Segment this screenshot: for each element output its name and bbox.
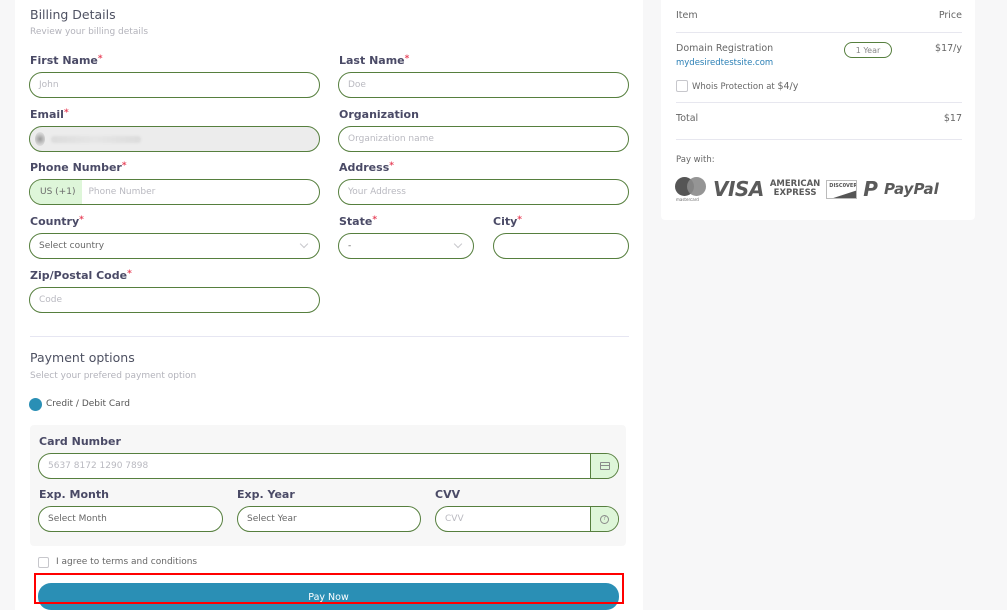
phone-field: US (+1) Phone Number (29, 179, 320, 205)
state-selected-value: - (348, 241, 352, 251)
exp-year-value: Select Year (247, 514, 297, 524)
first-name-label: First Name* (30, 54, 103, 67)
organization-input[interactable]: Organization name (338, 126, 629, 152)
help-icon: ? (600, 514, 609, 524)
discover-icon: DISC0VER (826, 179, 858, 199)
credit-card-radio-label[interactable]: Credit / Debit Card (46, 399, 130, 409)
whois-checkbox[interactable] (676, 80, 688, 92)
card-addon (590, 454, 618, 478)
phone-number-input[interactable]: Phone Number (82, 187, 155, 197)
blurred-avatar (35, 132, 45, 146)
city-label: City* (493, 215, 522, 228)
country-select[interactable]: Select country (29, 233, 320, 259)
payment-subtitle: Select your prefered payment option (30, 371, 197, 381)
address-placeholder: Your Address (348, 187, 406, 197)
address-input[interactable]: Your Address (338, 179, 629, 205)
paypal-mark-icon: P (863, 177, 878, 201)
required-marker: * (517, 215, 522, 225)
mastercard-icon: mastercard (675, 175, 707, 203)
last-name-input[interactable]: Doe (338, 72, 629, 98)
card-details-panel: Card Number 5637 8172 1290 7898 Exp. Mon… (30, 425, 626, 546)
city-input[interactable] (493, 233, 629, 259)
paypal-icon: PayPal (883, 180, 939, 198)
total-value: $17 (943, 113, 962, 124)
amex-icon: AMERICAN EXPRESS (769, 179, 821, 198)
required-marker: * (389, 161, 394, 171)
required-marker: * (372, 215, 378, 225)
required-marker: * (63, 108, 69, 118)
item-column-header: Item (676, 10, 698, 21)
card-number-label: Card Number (39, 435, 121, 448)
exp-month-value: Select Month (48, 514, 107, 524)
terms-checkbox[interactable] (38, 557, 49, 568)
whois-label[interactable]: Whois Protection at $4/y (692, 81, 798, 92)
pay-now-button[interactable]: Pay Now (38, 583, 619, 610)
summary-divider (676, 139, 962, 140)
first-name-input[interactable]: John (29, 72, 320, 98)
phone-country-code-select[interactable]: US (+1) (30, 180, 83, 204)
blurred-email-value (51, 135, 141, 143)
zip-placeholder: Code (39, 295, 63, 305)
exp-month-select[interactable]: Select Month (38, 506, 223, 532)
pay-with-label: Pay with: (676, 155, 715, 165)
required-marker: * (97, 54, 103, 64)
first-name-placeholder: John (39, 80, 59, 90)
summary-divider (676, 102, 962, 103)
last-name-placeholder: Doe (348, 80, 366, 90)
state-label: State* (339, 215, 378, 228)
required-marker: * (127, 269, 132, 279)
billing-form-card: Billing Details Review your billing deta… (15, 0, 643, 610)
card-number-input[interactable]: 5637 8172 1290 7898 (38, 453, 619, 479)
email-input[interactable] (29, 126, 320, 152)
credit-card-radio[interactable] (29, 398, 42, 411)
cvv-label: CVV (435, 488, 461, 501)
visa-icon: VISA (713, 177, 764, 201)
summary-divider (676, 32, 962, 33)
section-divider (30, 336, 629, 337)
payment-title: Payment options (30, 350, 135, 365)
phone-label: Phone Number* (30, 161, 127, 174)
term-badge[interactable]: 1 Year (844, 42, 892, 58)
chevron-down-icon (299, 239, 309, 249)
billing-subtitle: Review your billing details (30, 27, 149, 37)
cvv-addon[interactable]: ? (590, 507, 618, 531)
state-select[interactable]: - (338, 233, 474, 259)
payment-logos: mastercard VISA AMERICAN EXPRESS DISC0VER… (675, 174, 939, 204)
last-name-label: Last Name* (339, 54, 410, 67)
billing-title: Billing Details (30, 7, 116, 22)
required-marker: * (121, 161, 127, 171)
terms-label[interactable]: I agree to terms and conditions (56, 557, 197, 567)
total-label: Total (676, 113, 699, 124)
exp-month-label: Exp. Month (39, 488, 109, 501)
chevron-down-icon (453, 239, 463, 249)
item-name: Domain Registration (676, 43, 774, 54)
cvv-placeholder: CVV (445, 514, 464, 524)
zip-input[interactable]: Code (29, 287, 320, 313)
required-marker: * (404, 54, 410, 64)
organization-label: Organization (339, 108, 419, 121)
country-label: Country* (30, 215, 84, 228)
country-selected-value: Select country (39, 241, 105, 251)
required-marker: * (79, 215, 84, 225)
organization-placeholder: Organization name (348, 134, 434, 144)
cvv-input[interactable]: CVV ? (435, 506, 619, 532)
order-summary-card: Item Price Domain Registration mydesired… (661, 0, 975, 220)
credit-card-icon (599, 462, 610, 470)
item-price: $17/y (935, 43, 962, 54)
checkout-page: Billing Details Review your billing deta… (0, 0, 1007, 610)
price-column-header: Price (938, 10, 962, 21)
exp-year-label: Exp. Year (237, 488, 295, 501)
email-label: Email* (30, 108, 69, 121)
item-domain-link[interactable]: mydesiredtestsite.com (676, 58, 773, 68)
card-number-placeholder: 5637 8172 1290 7898 (48, 461, 149, 471)
zip-label: Zip/Postal Code* (30, 269, 132, 282)
exp-year-select[interactable]: Select Year (237, 506, 421, 532)
address-label: Address* (339, 161, 394, 174)
